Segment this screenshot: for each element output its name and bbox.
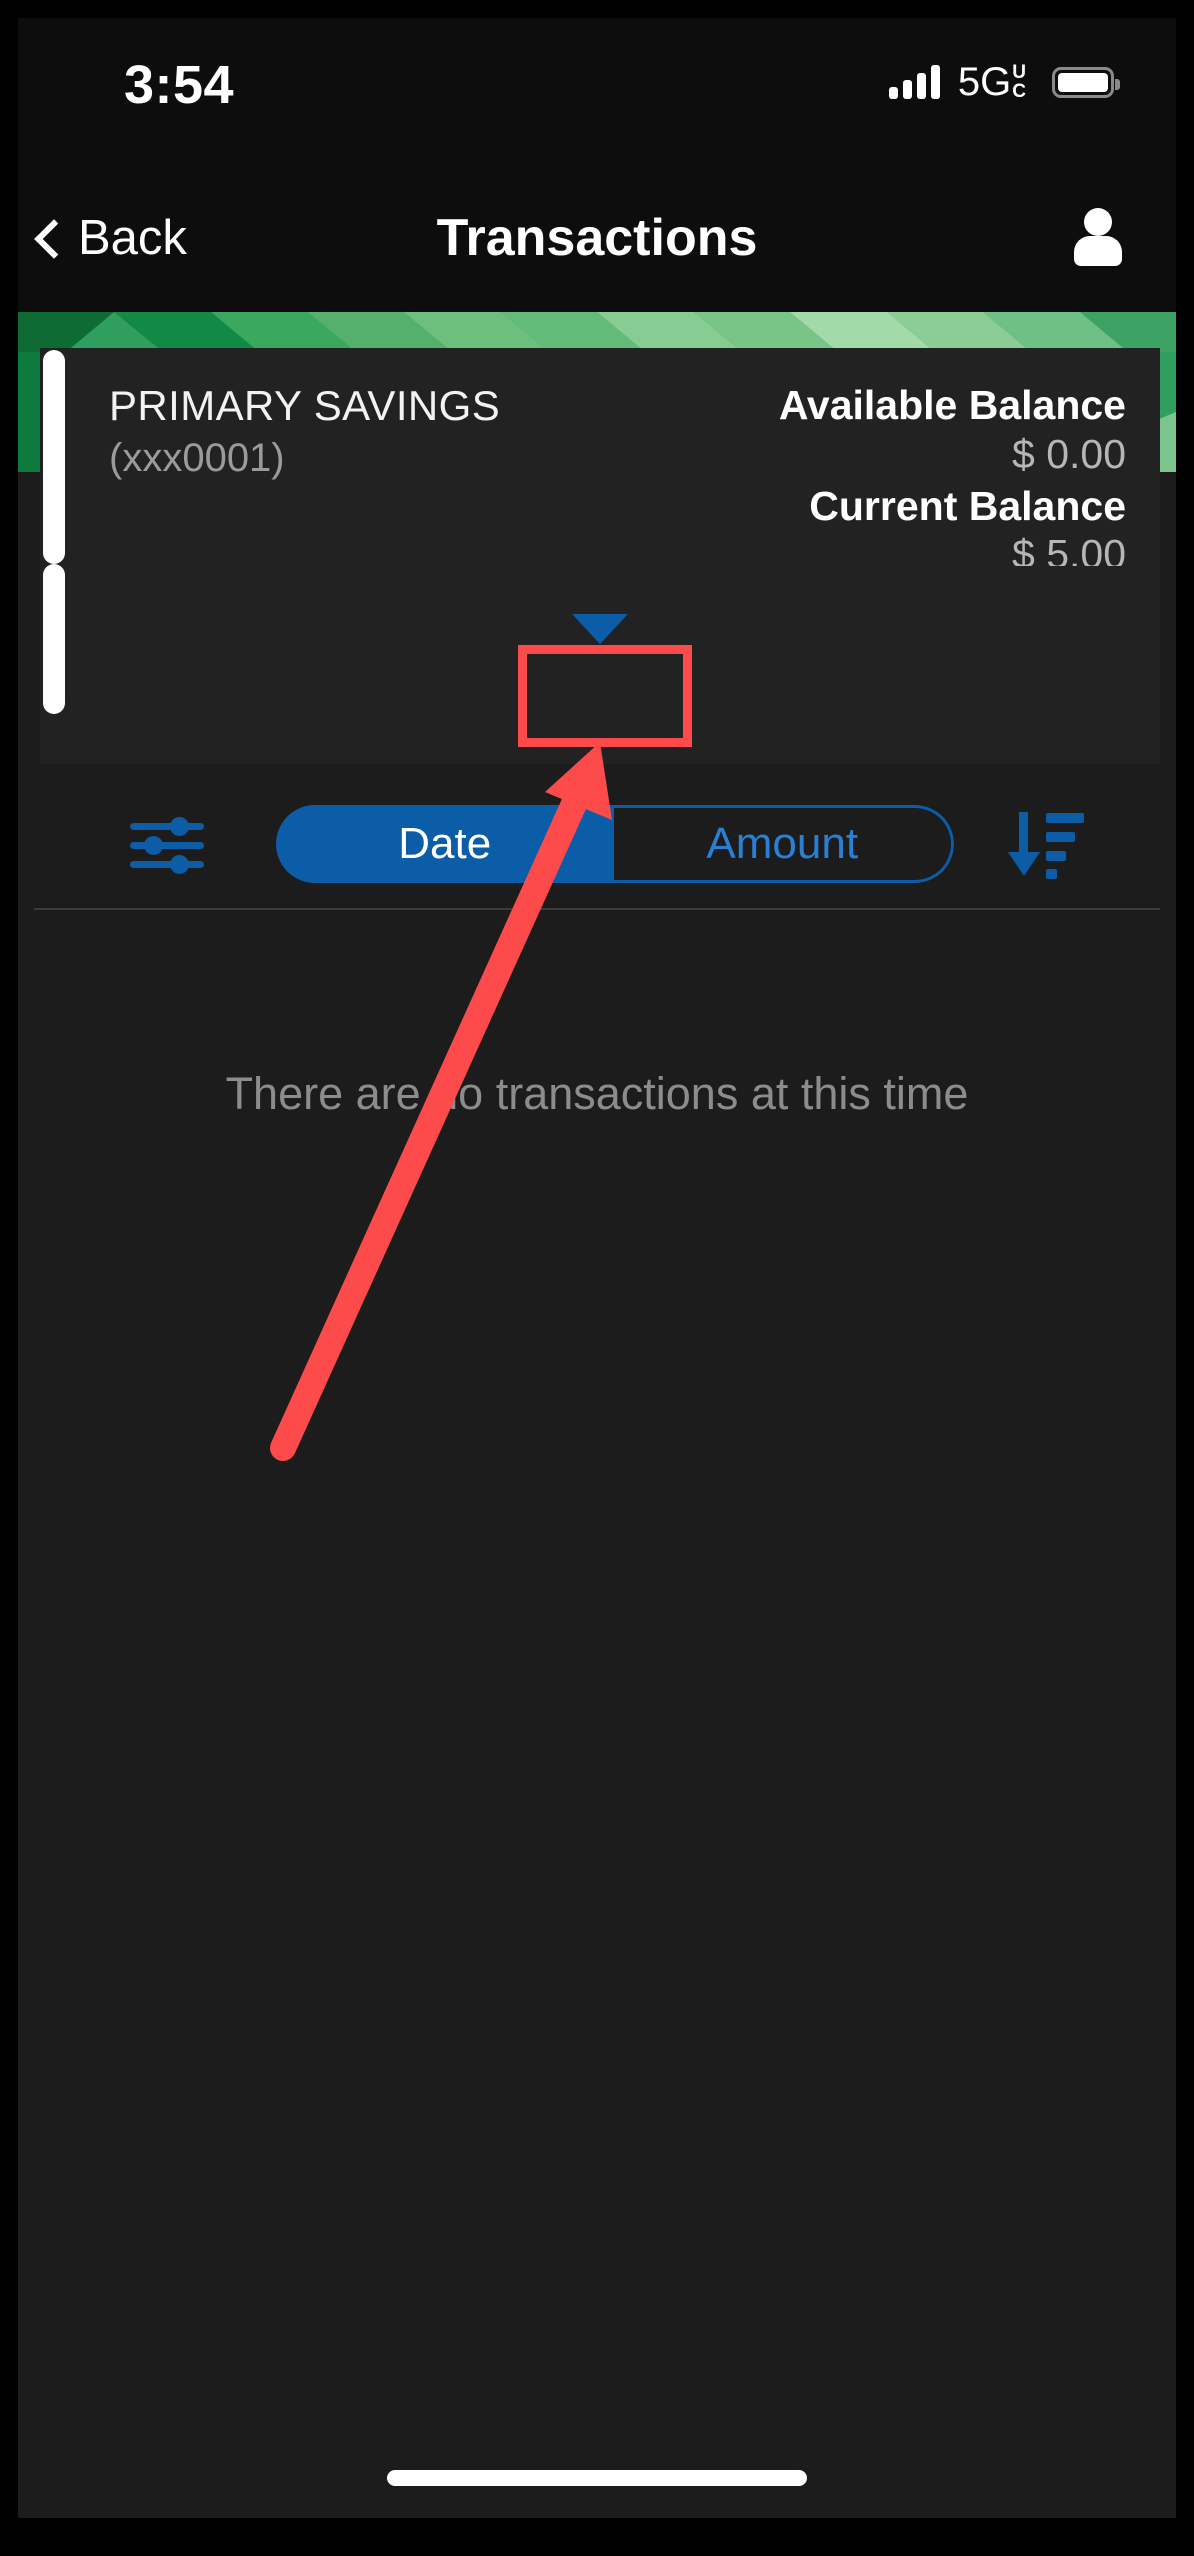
current-balance-label: Current Balance bbox=[809, 482, 1126, 529]
account-summary-card[interactable]: PRIMARY SAVINGS (xxx0001) Available Bala… bbox=[40, 348, 1160, 577]
network-sup: U bbox=[1012, 62, 1026, 83]
sort-bar-1 bbox=[1046, 813, 1084, 823]
network-type-label: 5G U C bbox=[958, 62, 1026, 102]
sort-descending-icon[interactable] bbox=[1008, 810, 1084, 879]
filter-knob-3 bbox=[170, 855, 189, 874]
toolbar-divider bbox=[34, 908, 1160, 910]
page-title: Transactions bbox=[436, 209, 758, 267]
empty-transactions-message: There are no transactions at this time bbox=[225, 1068, 969, 1119]
back-button[interactable]: Back bbox=[36, 210, 187, 266]
battery-fill bbox=[1058, 72, 1108, 92]
person-icon[interactable] bbox=[1070, 208, 1126, 268]
card-accent-bar bbox=[43, 350, 65, 564]
sort-bar-2 bbox=[1046, 832, 1075, 842]
chevron-left-icon bbox=[36, 220, 56, 256]
status-bar: 3:54 5G U C bbox=[18, 18, 1176, 164]
network-type-modifier: U C bbox=[1012, 62, 1026, 102]
account-balances: Available Balance $ 0.00 Current Balance… bbox=[778, 382, 1126, 577]
filter-line-3 bbox=[130, 861, 204, 868]
account-number: (xxx0001) bbox=[109, 436, 285, 480]
navigation-header: Back Transactions bbox=[18, 164, 1176, 312]
available-balance-label: Available Balance bbox=[778, 382, 1126, 428]
account-name: PRIMARY SAVINGS bbox=[109, 382, 501, 429]
account-card-expand-button[interactable] bbox=[40, 564, 1160, 764]
sliders-filter-icon[interactable] bbox=[130, 814, 204, 874]
person-icon-body bbox=[1074, 236, 1122, 266]
sort-bar-3 bbox=[1046, 851, 1066, 861]
account-identity: PRIMARY SAVINGS (xxx0001) bbox=[109, 382, 500, 566]
sort-bar-4 bbox=[1046, 869, 1057, 879]
signal-bars-icon bbox=[888, 65, 940, 99]
back-button-label: Back bbox=[78, 211, 187, 265]
status-time: 3:54 bbox=[124, 55, 235, 115]
network-sub: C bbox=[1012, 81, 1026, 102]
caret-down-icon[interactable] bbox=[572, 614, 628, 644]
network-type-text: 5G bbox=[957, 60, 1012, 104]
sort-arrow-head bbox=[1008, 852, 1040, 876]
segment-amount[interactable]: Amount bbox=[613, 805, 954, 883]
segment-date[interactable]: Date bbox=[276, 805, 614, 883]
phone-frame: 3:54 5G U C Back Transactions PRIMARY SA… bbox=[0, 0, 1194, 2556]
home-indicator[interactable] bbox=[387, 2470, 807, 2486]
filter-knob-1 bbox=[170, 817, 189, 836]
card-accent-bar-lower bbox=[43, 564, 65, 714]
filter-knob-2 bbox=[144, 836, 163, 855]
filter-line-2 bbox=[130, 842, 204, 849]
app-screen: 3:54 5G U C Back Transactions PRIMARY SA… bbox=[18, 18, 1176, 2518]
available-balance-value: $ 0.00 bbox=[1012, 430, 1126, 477]
battery-full-icon bbox=[1052, 66, 1120, 98]
filter-line-1 bbox=[130, 823, 204, 830]
account-card-body: PRIMARY SAVINGS (xxx0001) Available Bala… bbox=[65, 348, 1160, 577]
sort-field-segmented-control: Date Amount bbox=[276, 805, 954, 883]
person-icon-head bbox=[1084, 208, 1112, 236]
status-indicators: 5G U C bbox=[888, 62, 1120, 102]
sort-arrow-stem bbox=[1019, 812, 1028, 856]
transactions-toolbar: Date Amount bbox=[18, 778, 1176, 910]
